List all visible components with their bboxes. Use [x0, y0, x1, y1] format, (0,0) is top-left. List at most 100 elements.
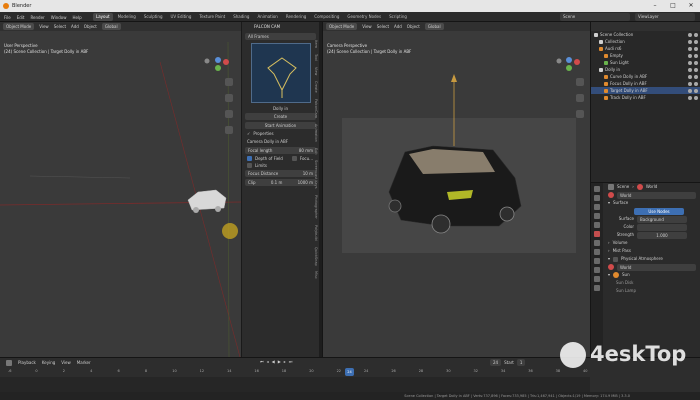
camera-icon[interactable]: [694, 46, 698, 51]
tab-shading[interactable]: Shading: [230, 13, 252, 21]
timeline-menu-view[interactable]: View: [61, 360, 71, 365]
camera-icon[interactable]: [694, 88, 698, 93]
start-animation-button[interactable]: Start Animation: [245, 122, 316, 129]
dof-checkbox[interactable]: [247, 156, 252, 161]
scene-tab-icon[interactable]: [594, 222, 600, 228]
focal-length-field[interactable]: Focal length 80 mm: [245, 147, 316, 154]
outliner-item[interactable]: Dolly in: [591, 66, 700, 73]
outliner-item[interactable]: Scene Collection: [591, 31, 700, 38]
modifier-tab-icon[interactable]: [594, 249, 600, 255]
dolly-preview-thumbnail[interactable]: [250, 43, 311, 103]
sidebar-tab-edit[interactable]: Edit: [314, 148, 318, 155]
sidebar-tab-screencast-keys[interactable]: Screencast Keys: [314, 160, 318, 189]
tool-tab-icon[interactable]: [594, 186, 600, 192]
outliner-item[interactable]: Curve Dolly in ABF: [591, 73, 700, 80]
next-key-icon[interactable]: ▸: [284, 359, 286, 364]
eye-icon[interactable]: [688, 32, 692, 37]
physics-tab-icon[interactable]: [594, 267, 600, 273]
focus-distance-field[interactable]: Focus Distance 10 m: [245, 170, 316, 177]
tab-uv-editing[interactable]: UV Editing: [168, 13, 195, 21]
outliner-item[interactable]: Target Dolly in ABF: [591, 87, 700, 94]
world-name-field[interactable]: World: [617, 191, 696, 199]
outliner-item[interactable]: Empty: [591, 52, 700, 59]
camera-icon[interactable]: [694, 53, 698, 58]
view-layer-tab-icon[interactable]: [594, 213, 600, 219]
timeline-menu-playback[interactable]: Playback: [18, 360, 36, 365]
camera-icon[interactable]: [694, 60, 698, 65]
minimize-button[interactable]: –: [646, 0, 664, 12]
outliner-item[interactable]: Track Dolly in ABF: [591, 94, 700, 101]
render-tab-icon[interactable]: [594, 195, 600, 201]
falcon-preset-dropdown[interactable]: All Frames: [245, 33, 316, 40]
eye-icon[interactable]: [688, 60, 692, 65]
outliner-item[interactable]: Collection: [591, 38, 700, 45]
tab-texture-paint[interactable]: Texture Paint: [196, 13, 228, 21]
atmosphere-checkbox[interactable]: [613, 256, 619, 262]
particles-tab-icon[interactable]: [594, 258, 600, 264]
constraints-tab-icon[interactable]: [594, 276, 600, 282]
tab-layout[interactable]: Layout: [93, 13, 113, 21]
current-frame-indicator[interactable]: 24: [345, 368, 354, 376]
camera-icon[interactable]: [694, 32, 698, 37]
timeline-ruler[interactable]: -6 0 2 4 6 8 10 12 14 16 18 20 22 24 26 28 30 32 34 36 38 40: [0, 369, 590, 376]
play-icon[interactable]: ▶: [278, 359, 281, 364]
jump-end-icon[interactable]: ⏭: [289, 359, 293, 364]
surface-section[interactable]: ▾ Surface: [604, 199, 700, 207]
sidebar-tab-quicksnap[interactable]: QuickSnap: [314, 247, 318, 266]
clip-end-value[interactable]: 1000 m: [298, 179, 313, 186]
data-tab-icon[interactable]: [594, 285, 600, 291]
camera-icon[interactable]: [694, 81, 698, 86]
sidebar-tab-item[interactable]: Item: [314, 40, 318, 48]
atmosphere-section[interactable]: ▾ Physical Atmosphere: [604, 255, 700, 263]
tab-scripting[interactable]: Scripting: [386, 13, 410, 21]
mist-section[interactable]: › Mist Pass: [604, 247, 700, 255]
timeline-menu-keying[interactable]: Keying: [42, 360, 55, 365]
menu-edit[interactable]: Edit: [17, 15, 25, 20]
timeline-track-area[interactable]: [0, 377, 590, 392]
menu-render[interactable]: Render: [30, 15, 44, 20]
strength-field[interactable]: 1.000: [637, 231, 687, 239]
eye-icon[interactable]: [688, 81, 692, 86]
camera-icon[interactable]: [694, 67, 698, 72]
focus-object-checkbox[interactable]: [291, 156, 297, 161]
atmosphere-world-field[interactable]: World: [617, 263, 696, 271]
maximize-button[interactable]: □: [664, 0, 682, 12]
outliner-item[interactable]: Audi rs6: [591, 45, 700, 52]
timeline-editor-icon[interactable]: [6, 359, 12, 366]
eye-icon[interactable]: [688, 39, 692, 44]
eye-icon[interactable]: [688, 88, 692, 93]
clip-start-value[interactable]: 0.1 m: [271, 179, 283, 186]
limits-checkbox[interactable]: [247, 163, 252, 168]
eye-icon[interactable]: [688, 74, 692, 79]
volume-section[interactable]: › Volume: [604, 239, 700, 247]
start-frame-field[interactable]: 1: [516, 359, 526, 366]
outliner-item[interactable]: Focus Dolly in ABF: [591, 80, 700, 87]
use-nodes-button[interactable]: Use Nodes: [634, 207, 684, 215]
camera-icon[interactable]: [694, 39, 698, 44]
eye-icon[interactable]: [688, 67, 692, 72]
camera-icon[interactable]: [694, 95, 698, 100]
world-tab-icon[interactable]: [594, 231, 600, 237]
outliner-item[interactable]: Sun Light: [591, 59, 700, 66]
surface-shader-field[interactable]: Background: [637, 215, 687, 223]
create-button[interactable]: Create: [245, 113, 316, 120]
camera-icon[interactable]: [694, 74, 698, 79]
sidebar-tab-animation[interactable]: Animation: [314, 124, 318, 142]
play-reverse-icon[interactable]: ◀: [272, 359, 275, 364]
tab-geometry-nodes[interactable]: Geometry Nodes: [344, 13, 384, 21]
eye-icon[interactable]: [688, 46, 692, 51]
menu-file[interactable]: File: [4, 15, 11, 20]
prev-key-icon[interactable]: ◂: [267, 359, 269, 364]
sun-section[interactable]: ▾ Sun: [604, 271, 700, 279]
menu-window[interactable]: Window: [51, 15, 67, 20]
tab-sculpting[interactable]: Sculpting: [141, 13, 166, 21]
view-layer-selector[interactable]: ViewLayer: [635, 13, 695, 21]
tab-modeling[interactable]: Modeling: [115, 13, 139, 21]
eye-icon[interactable]: [688, 95, 692, 100]
tab-compositing[interactable]: Compositing: [311, 13, 342, 21]
color-field[interactable]: [637, 223, 687, 231]
menu-help[interactable]: Help: [72, 15, 81, 20]
sidebar-tab-create[interactable]: Create: [314, 81, 318, 93]
tab-animation[interactable]: Animation: [254, 13, 280, 21]
sidebar-tab-view[interactable]: View: [314, 67, 318, 75]
